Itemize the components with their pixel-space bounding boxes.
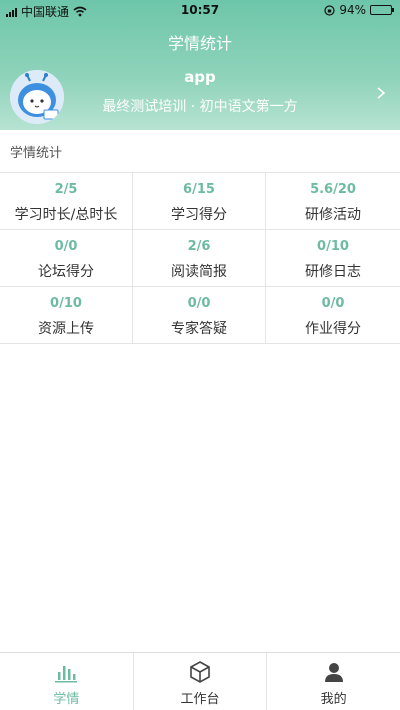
stat-cell[interactable]: 0/0 论坛得分 (0, 230, 133, 287)
tab-profile[interactable]: 我的 (267, 653, 400, 710)
battery-icon (370, 5, 394, 15)
stat-cell[interactable]: 0/10 研修日志 (266, 230, 400, 287)
stat-cell[interactable]: 5.6/20 研修活动 (266, 173, 400, 230)
chevron-right-icon[interactable] (374, 86, 388, 100)
tab-stats[interactable]: 学情 (0, 653, 134, 710)
box-icon (190, 661, 210, 683)
stat-label: 研修日志 (305, 264, 361, 280)
tab-label: 我的 (320, 692, 347, 707)
stat-label: 学习得分 (171, 207, 227, 223)
orientation-lock-icon (324, 4, 335, 16)
stat-label: 论坛得分 (38, 264, 94, 280)
stat-label: 研修活动 (305, 207, 361, 223)
page-title: 学情统计 (167, 34, 232, 53)
stat-value: 2/6 (187, 239, 211, 254)
stat-label: 专家答疑 (171, 321, 227, 337)
battery-percent: 94% (339, 3, 366, 17)
tab-bar: 学情 工作台 我的 (0, 652, 400, 710)
stat-label: 阅读简报 (171, 264, 227, 280)
stat-cell[interactable]: 0/0 作业得分 (266, 287, 400, 344)
stat-value: 0/0 (321, 296, 345, 311)
stat-value: 0/0 (187, 296, 211, 311)
username: app (184, 68, 216, 86)
stats-grid: 2/5 学习时长/总时长 6/15 学习得分 5.6/20 研修活动 0/0 论… (0, 172, 400, 344)
stat-value: 0/10 (50, 296, 82, 311)
tab-label: 工作台 (180, 692, 220, 707)
header: 中国联通 10:57 94% 学情统计 app 最终测试培训 · 初中语文第一方 (0, 0, 400, 130)
stat-label: 资源上传 (38, 321, 94, 337)
stat-value: 2/5 (54, 182, 78, 197)
stat-cell[interactable]: 6/15 学习得分 (133, 173, 266, 230)
stat-cell[interactable]: 2/5 学习时长/总时长 (0, 173, 133, 230)
course-name: 最终测试培训 · 初中语文第一方 (102, 99, 298, 115)
tab-label: 学情 (53, 692, 80, 707)
stat-value: 0/10 (317, 239, 349, 254)
tab-workbench[interactable]: 工作台 (134, 653, 268, 710)
stat-cell[interactable]: 0/10 资源上传 (0, 287, 133, 344)
section-label: 学情统计 (10, 146, 63, 161)
stat-value: 5.6/20 (310, 182, 356, 197)
person-icon (324, 663, 343, 682)
stat-value: 0/0 (54, 239, 78, 254)
stat-cell[interactable]: 0/0 专家答疑 (133, 287, 266, 344)
stat-label: 作业得分 (305, 321, 361, 337)
bar-chart-icon (55, 666, 78, 683)
stat-label: 学习时长/总时长 (14, 207, 118, 223)
stat-cell[interactable]: 2/6 阅读简报 (133, 230, 266, 287)
profile-card[interactable]: app 最终测试培训 · 初中语文第一方 (0, 64, 400, 128)
stat-value: 6/15 (183, 182, 215, 197)
status-bar: 中国联通 10:57 94% (0, 0, 400, 22)
